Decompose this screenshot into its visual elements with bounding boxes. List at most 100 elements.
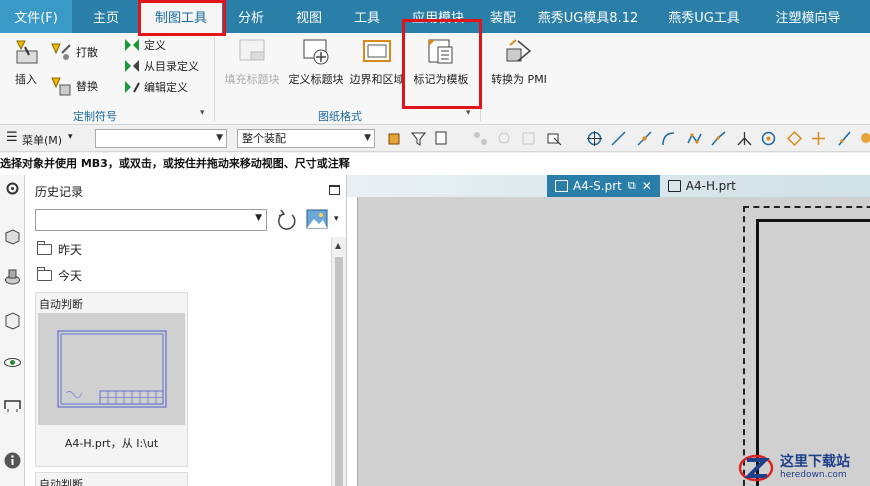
tab-yanxiu-mold[interactable]: 燕秀UG模具8.12 bbox=[526, 0, 650, 33]
snap-existing-point-icon[interactable] bbox=[810, 130, 827, 147]
define-from-dir-label: 从目录定义 bbox=[144, 60, 199, 73]
gear-icon[interactable] bbox=[3, 179, 22, 198]
select-filter-icon[interactable] bbox=[434, 130, 451, 147]
watermark-logo-icon bbox=[738, 452, 774, 482]
thumbnail-view-icon[interactable] bbox=[306, 209, 328, 229]
snap-spline-icon[interactable] bbox=[710, 130, 727, 147]
history-group-yesterday[interactable]: 昨天 bbox=[37, 241, 82, 258]
convert-to-pmi-label: 转换为 PMI bbox=[491, 73, 547, 86]
refresh-icon[interactable] bbox=[276, 208, 298, 232]
component-filter-icon[interactable] bbox=[520, 130, 537, 147]
drawing-canvas[interactable] bbox=[357, 197, 870, 486]
selection-scope-select[interactable]: 整个装配 ▼ bbox=[237, 129, 375, 148]
selection-toolbar: ☰ 菜单(M) ▾ ▼ 整个装配 ▼ bbox=[0, 126, 870, 152]
resource-bar bbox=[0, 175, 25, 486]
define-from-dir-button[interactable]: 从目录定义 bbox=[124, 58, 199, 74]
scatter-icon bbox=[50, 41, 72, 63]
replace-button[interactable]: 替换 bbox=[50, 75, 98, 97]
chevron-down-icon: ▼ bbox=[255, 213, 262, 223]
snap-center-icon[interactable] bbox=[586, 130, 603, 147]
tab-tools[interactable]: 工具 bbox=[338, 0, 396, 33]
tab-analysis[interactable]: 分析 bbox=[222, 0, 280, 33]
scroll-up-icon[interactable]: ▲ bbox=[335, 241, 341, 250]
watermark-title: 这里下载站 bbox=[780, 453, 850, 470]
history-scrollbar[interactable]: ▲ bbox=[331, 237, 346, 486]
snap-line-icon[interactable] bbox=[610, 130, 627, 147]
snap-midpoint-icon[interactable] bbox=[636, 130, 653, 147]
edit-definition-button[interactable]: 编辑定义 bbox=[124, 79, 188, 95]
doc-tab-a4-h[interactable]: A4-H.prt bbox=[660, 175, 744, 197]
history-panel-title: 历史记录 bbox=[35, 185, 84, 199]
history-item-card[interactable]: 自动判断 bbox=[35, 472, 188, 486]
view-eye-icon[interactable] bbox=[3, 353, 22, 372]
assembly-navigator-icon[interactable] bbox=[3, 267, 22, 286]
tab-assembly[interactable]: 装配 bbox=[480, 0, 526, 33]
insert-button[interactable]: 插入 bbox=[8, 37, 44, 87]
borders-zones-label: 边界和区域 bbox=[349, 73, 405, 86]
fill-title-block-icon bbox=[237, 37, 267, 67]
funnel-filter-icon[interactable] bbox=[410, 130, 427, 147]
tab-yanxiu-tools[interactable]: 燕秀UG工具 bbox=[650, 0, 758, 33]
snap-curve-icon[interactable] bbox=[660, 130, 677, 147]
group-custom-symbols-label: 定制符号 bbox=[73, 110, 117, 123]
watermark: 这里下载站 heredown.com bbox=[738, 448, 870, 486]
menu-button[interactable]: 菜单(M) bbox=[22, 132, 62, 148]
part-navigator-icon[interactable] bbox=[3, 227, 22, 246]
history-group-today[interactable]: 今天 bbox=[37, 267, 82, 284]
convert-to-pmi-button[interactable]: 转换为 PMI bbox=[488, 37, 550, 87]
menu-hamburger-icon[interactable]: ☰ bbox=[6, 130, 18, 145]
close-icon[interactable]: ✕ bbox=[642, 179, 652, 193]
ribbon: 插入 打散 替换 定义 从目录定义 编辑定义 定制符号 ▾ 填充标题块 定义标题… bbox=[0, 33, 870, 125]
constraint-navigator-icon[interactable] bbox=[3, 311, 22, 330]
tab-home[interactable]: 主页 bbox=[72, 0, 140, 33]
tab-view[interactable]: 视图 bbox=[280, 0, 338, 33]
snap-tangent-icon[interactable] bbox=[836, 130, 853, 147]
mark-as-template-label: 标记为模板 bbox=[413, 73, 469, 86]
chevron-down-icon[interactable]: ▾ bbox=[334, 214, 339, 224]
define-from-dir-icon bbox=[124, 58, 140, 74]
fill-title-block-button[interactable]: 填充标题块 bbox=[222, 37, 282, 87]
define-label: 定义 bbox=[144, 39, 166, 52]
snap-intersection-icon[interactable] bbox=[736, 130, 753, 147]
maximize-icon[interactable] bbox=[329, 185, 340, 195]
history-item-type: 自动判断 bbox=[39, 298, 83, 311]
cube-filter-icon[interactable] bbox=[386, 130, 403, 147]
edit-definition-icon bbox=[124, 79, 140, 95]
file-menu[interactable]: 文件(F) bbox=[0, 0, 72, 33]
menu-bar: 文件(F) 主页 制图工具 分析 视图 工具 应用模块 装配 燕秀UG模具8.1… bbox=[0, 0, 870, 33]
assembly-filter-icon[interactable] bbox=[496, 130, 513, 147]
define-title-block-button[interactable]: 定义标题块 bbox=[287, 37, 345, 87]
type-filter-select[interactable]: ▼ bbox=[95, 129, 227, 148]
group-drawing-format-expand-icon[interactable]: ▾ bbox=[466, 108, 471, 118]
mark-as-template-button[interactable]: 标记为模板 bbox=[412, 37, 470, 87]
scatter-label: 打散 bbox=[76, 46, 98, 59]
folder-icon bbox=[37, 267, 52, 281]
snap-point-dropdown-icon[interactable] bbox=[546, 130, 563, 147]
tab-mold-wizard[interactable]: 注塑模向导 bbox=[758, 0, 858, 33]
menu-dropdown-icon[interactable]: ▾ bbox=[68, 132, 73, 142]
snap-arc-center-icon[interactable] bbox=[760, 130, 777, 147]
group-custom-symbols-expand-icon[interactable]: ▾ bbox=[200, 108, 205, 118]
edit-definition-label: 编辑定义 bbox=[144, 81, 188, 94]
drawing-template-icon[interactable] bbox=[3, 395, 22, 414]
replace-icon bbox=[50, 75, 72, 97]
scrollbar-thumb[interactable] bbox=[335, 257, 343, 486]
modified-icon: ⧉ bbox=[627, 179, 636, 192]
info-icon[interactable] bbox=[3, 451, 22, 470]
part-file-icon bbox=[667, 180, 681, 192]
borders-zones-button[interactable]: 边界和区域 bbox=[348, 37, 406, 87]
scatter-button[interactable]: 打散 bbox=[50, 41, 98, 63]
status-prompt: 选择对象并使用 MB3，或双击，或按住并拖动来移动视图、尺寸或注释 bbox=[0, 153, 870, 175]
history-filter-select[interactable]: ▼ bbox=[35, 209, 267, 231]
snap-more-icon[interactable] bbox=[858, 130, 870, 147]
chevron-down-icon: ▼ bbox=[364, 133, 371, 143]
snap-quadrant-icon[interactable] bbox=[786, 130, 803, 147]
define-button[interactable]: 定义 bbox=[124, 37, 166, 53]
connect-icon[interactable] bbox=[472, 130, 489, 147]
doc-tab-a4-s[interactable]: A4-S.prt ⧉ ✕ bbox=[547, 175, 660, 197]
ribbon-divider bbox=[214, 37, 215, 121]
history-item-card[interactable]: 自动判断 A4-H.prt，从 I:\ut bbox=[35, 292, 188, 467]
snap-control-point-icon[interactable] bbox=[686, 130, 703, 147]
tab-drafting-tools[interactable]: 制图工具 bbox=[140, 0, 222, 33]
tab-application[interactable]: 应用模块 bbox=[396, 0, 480, 33]
